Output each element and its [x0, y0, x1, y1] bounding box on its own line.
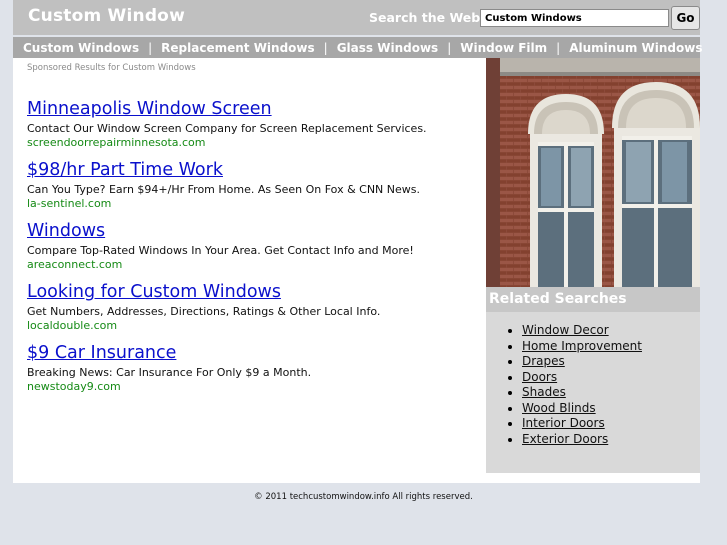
- related-searches-list: Window Decor Home Improvement Drapes Doo…: [486, 323, 642, 447]
- site-title[interactable]: Custom Window: [28, 6, 185, 26]
- ad-listing: $98/hr Part Time Work Can You Type? Earn…: [27, 160, 487, 211]
- sidebar: Related Searches Window Decor Home Impro…: [486, 58, 700, 473]
- ad-description: Contact Our Window Screen Company for Sc…: [27, 122, 427, 135]
- main-content: Sponsored Results for Custom Windows Min…: [13, 58, 700, 483]
- ad-description: Get Numbers, Addresses, Directions, Rati…: [27, 305, 381, 318]
- ad-title-link[interactable]: $9 Car Insurance: [27, 343, 487, 364]
- list-item: Shades: [522, 385, 642, 401]
- list-item: Interior Doors: [522, 416, 642, 432]
- ad-description: Can You Type? Earn $94+/Hr From Home. As…: [27, 183, 420, 196]
- ad-url[interactable]: areaconnect.com: [27, 258, 487, 272]
- search-input[interactable]: [480, 9, 669, 27]
- ad-title-link[interactable]: Minneapolis Window Screen: [27, 99, 487, 120]
- related-link-interior-doors[interactable]: Interior Doors: [522, 416, 605, 430]
- site-header: Custom Window Search the Web: Go: [13, 0, 700, 35]
- list-item: Home Improvement: [522, 339, 642, 355]
- ad-listing: Windows Compare Top-Rated Windows In You…: [27, 221, 487, 272]
- ad-url[interactable]: la-sentinel.com: [27, 197, 487, 211]
- related-link-window-decor[interactable]: Window Decor: [522, 323, 609, 337]
- search-label: Search the Web:: [369, 10, 486, 25]
- related-searches-heading: Related Searches: [486, 287, 700, 312]
- nav-item-replacement-windows[interactable]: Replacement Windows: [161, 41, 315, 55]
- ad-listing: Minneapolis Window Screen Contact Our Wi…: [27, 99, 487, 150]
- list-item: Window Decor: [522, 323, 642, 339]
- nav-separator: |: [148, 40, 153, 55]
- ad-url[interactable]: localdouble.com: [27, 319, 487, 333]
- ad-description: Breaking News: Car Insurance For Only $9…: [27, 366, 312, 379]
- header-photo: [486, 58, 700, 287]
- sponsored-label: Sponsored Results for Custom Windows: [27, 63, 196, 73]
- related-link-wood-blinds[interactable]: Wood Blinds: [522, 401, 596, 415]
- related-link-exterior-doors[interactable]: Exterior Doors: [522, 432, 608, 446]
- ad-url[interactable]: screendoorrepairminnesota.com: [27, 136, 487, 150]
- ad-description: Compare Top-Rated Windows In Your Area. …: [27, 244, 414, 257]
- ad-title-link[interactable]: Windows: [27, 221, 487, 242]
- go-button[interactable]: Go: [671, 6, 700, 30]
- list-item: Drapes: [522, 354, 642, 370]
- related-link-home-improvement[interactable]: Home Improvement: [522, 339, 642, 353]
- list-item: Wood Blinds: [522, 401, 642, 417]
- nav-separator: |: [556, 40, 561, 55]
- ad-title-link[interactable]: Looking for Custom Windows: [27, 282, 487, 303]
- list-item: Exterior Doors: [522, 432, 642, 448]
- nav-item-glass-windows[interactable]: Glass Windows: [337, 41, 438, 55]
- ad-url[interactable]: newstoday9.com: [27, 380, 487, 394]
- list-item: Doors: [522, 370, 642, 386]
- nav-item-custom-windows[interactable]: Custom Windows: [23, 41, 139, 55]
- top-nav: Custom Windows | Replacement Windows | G…: [13, 37, 703, 58]
- ad-title-link[interactable]: $98/hr Part Time Work: [27, 160, 487, 181]
- ad-listing: Looking for Custom Windows Get Numbers, …: [27, 282, 487, 333]
- related-link-drapes[interactable]: Drapes: [522, 354, 565, 368]
- ad-listing: $9 Car Insurance Breaking News: Car Insu…: [27, 343, 487, 394]
- nav-separator: |: [447, 40, 452, 55]
- nav-item-aluminum-windows[interactable]: Aluminum Windows: [569, 41, 702, 55]
- related-link-shades[interactable]: Shades: [522, 385, 566, 399]
- nav-separator: |: [323, 40, 328, 55]
- related-link-doors[interactable]: Doors: [522, 370, 557, 384]
- nav-item-window-film[interactable]: Window Film: [460, 41, 547, 55]
- footer-copyright: © 2011 techcustomwindow.info All rights …: [254, 492, 473, 502]
